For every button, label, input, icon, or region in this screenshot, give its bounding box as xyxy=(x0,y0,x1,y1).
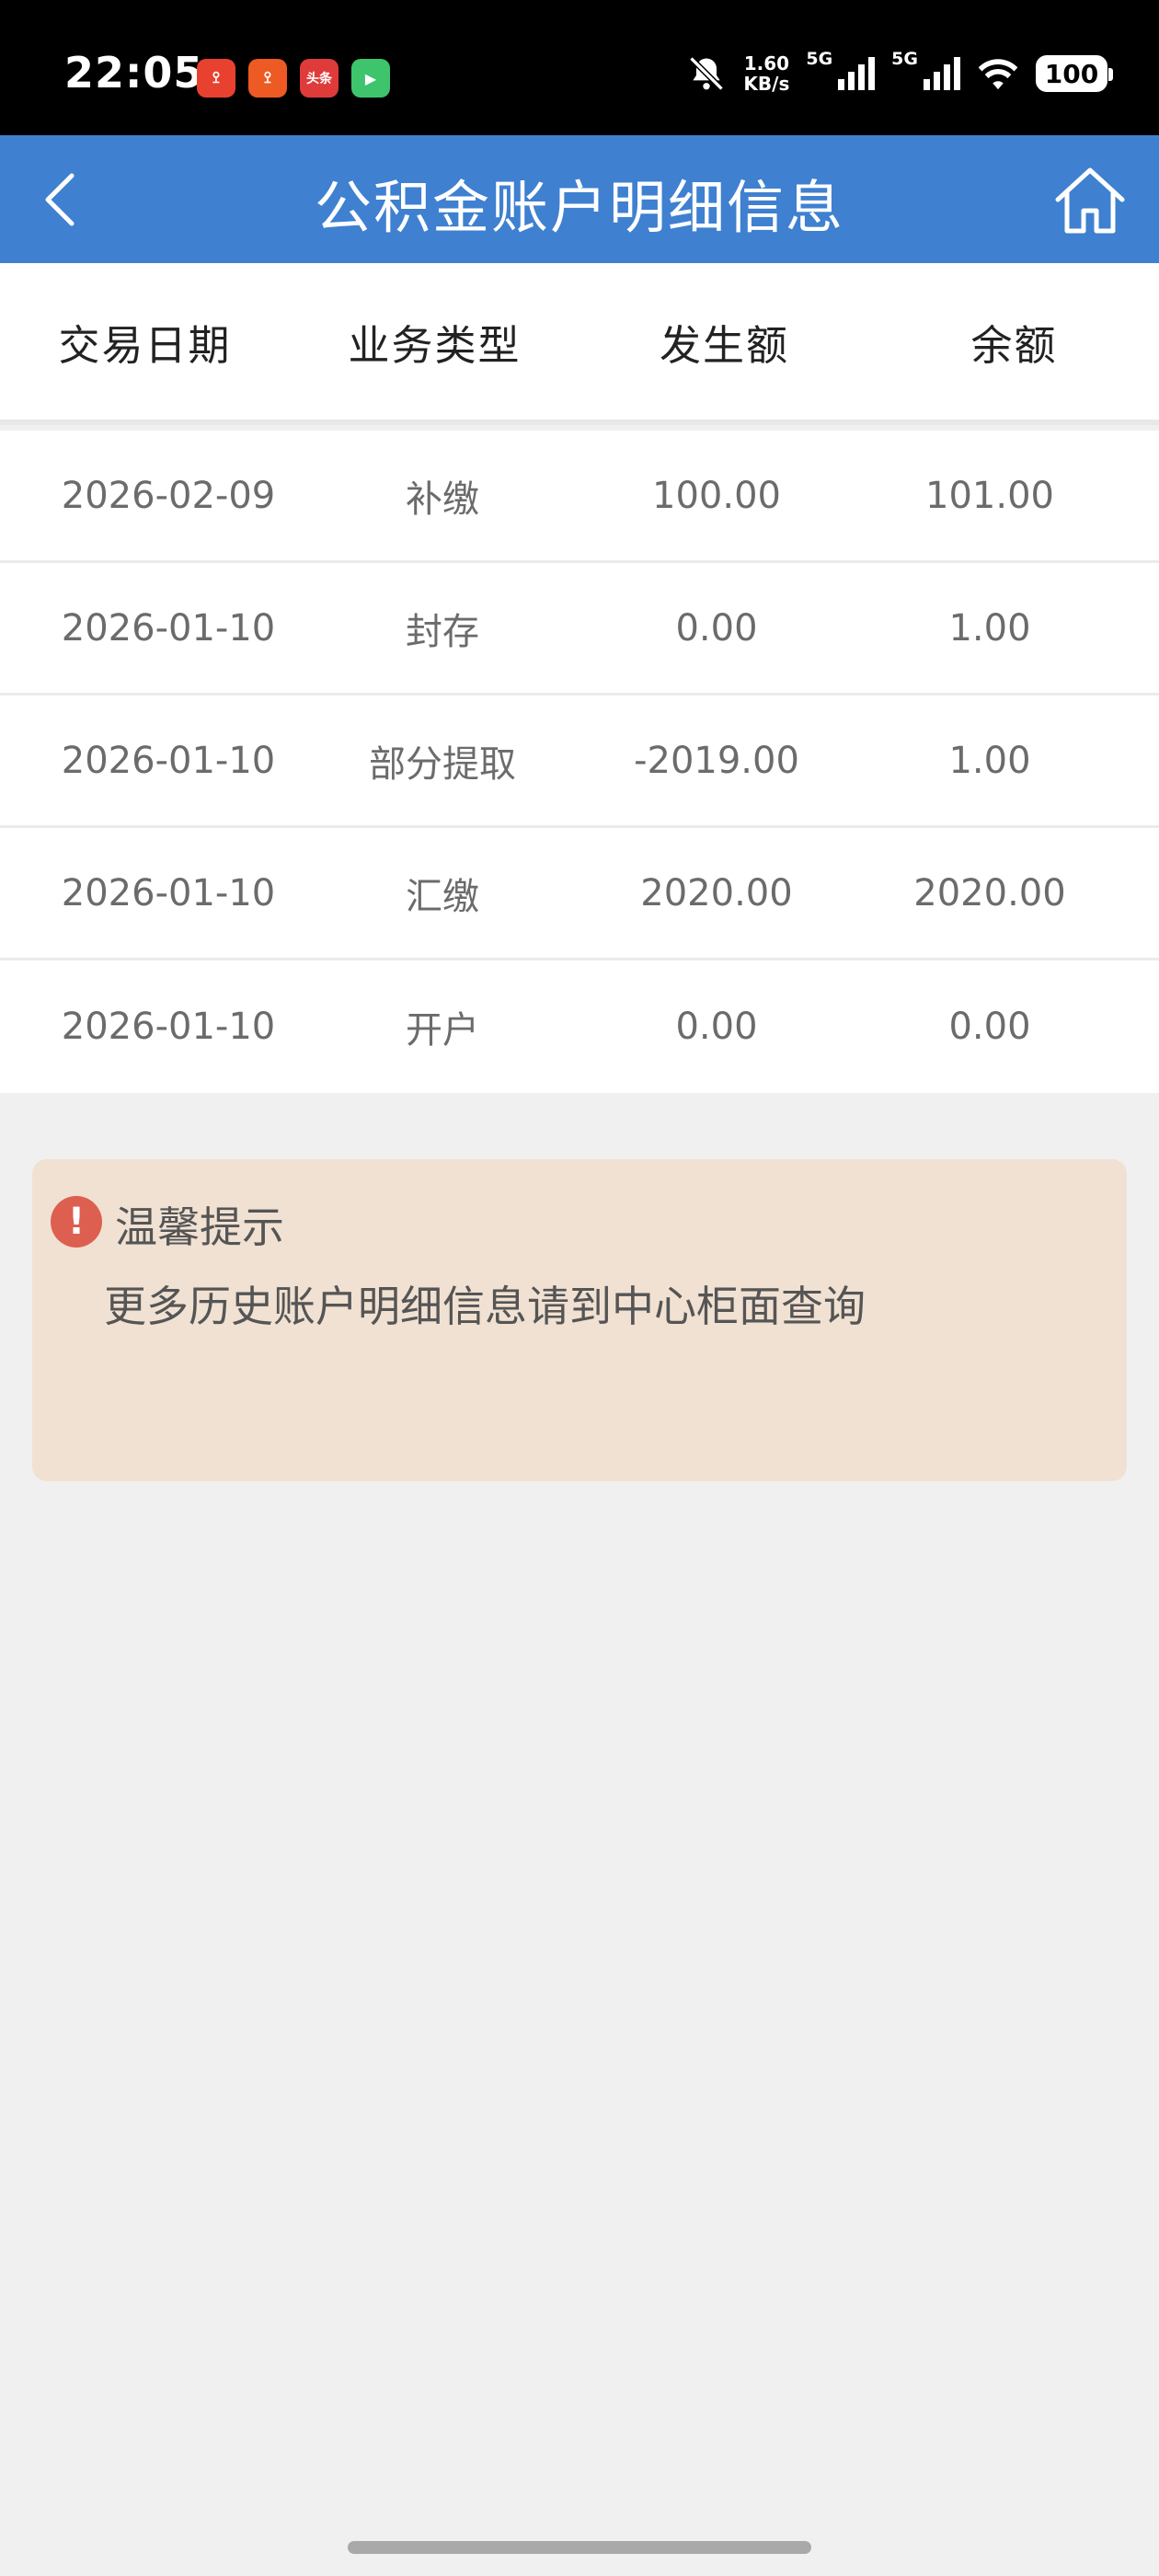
signal-icon xyxy=(924,57,960,90)
column-header-amount: 发生额 xyxy=(659,320,789,370)
cell-amount: 100.00 xyxy=(652,474,781,517)
sim1-generation: 5G xyxy=(806,49,833,69)
app-notification-icon: ꔌ xyxy=(248,59,287,98)
cell-amount: 0.00 xyxy=(675,606,758,650)
cell-date: 2026-02-09 xyxy=(61,474,276,517)
home-icon[interactable] xyxy=(1049,159,1131,242)
signal-icon xyxy=(838,57,876,90)
cell-balance: 1.00 xyxy=(948,606,1031,650)
cell-type: 补缴 xyxy=(406,477,479,521)
toutiao-notification-icon: 头条 xyxy=(300,59,339,98)
tip-title: 温馨提示 xyxy=(115,1202,284,1252)
cell-date: 2026-01-10 xyxy=(61,871,276,914)
column-header-date: 交易日期 xyxy=(58,320,232,370)
cell-amount: 0.00 xyxy=(675,1006,758,1048)
table-row[interactable]: 2026-01-10 开户 0.00 0.00 xyxy=(0,960,1159,1093)
status-indicators: 1.60 KB/s 5G 5G 100 xyxy=(686,49,1113,95)
status-time: 22:05 xyxy=(64,48,204,98)
table-row[interactable]: 2026-01-10 汇缴 2020.00 2020.00 xyxy=(0,828,1159,960)
page-title: 公积金账户明细信息 xyxy=(314,174,844,241)
table-row[interactable]: 2026-01-10 封存 0.00 1.00 xyxy=(0,563,1159,696)
table-row[interactable]: 2026-01-10 部分提取 -2019.00 1.00 xyxy=(0,696,1159,828)
cell-type: 部分提取 xyxy=(369,742,516,786)
cell-type: 汇缴 xyxy=(406,875,479,918)
battery-icon: 100 xyxy=(1036,55,1113,92)
cell-balance: 2020.00 xyxy=(913,871,1066,914)
warning-icon: ! xyxy=(51,1196,102,1248)
nav-bar: 公积金账户明细信息 xyxy=(0,135,1159,263)
cell-balance: 0.00 xyxy=(948,1006,1031,1048)
tip-text: 更多历史账户明细信息请到中心柜面查询 xyxy=(104,1282,866,1331)
column-header-type: 业务类型 xyxy=(348,320,522,370)
cell-type: 封存 xyxy=(406,610,479,653)
table-header: 交易日期 业务类型 发生额 余额 xyxy=(0,263,1159,425)
cell-type: 开户 xyxy=(406,1009,479,1052)
cell-balance: 101.00 xyxy=(925,474,1054,517)
mute-icon xyxy=(689,56,725,91)
cell-amount: -2019.00 xyxy=(634,739,799,782)
cell-date: 2026-01-10 xyxy=(61,606,276,650)
notification-icons: ꔌ ꔌ 头条 ▶ xyxy=(197,59,390,98)
cell-amount: 2020.00 xyxy=(640,871,793,914)
cell-balance: 1.00 xyxy=(948,739,1031,782)
video-notification-icon: ▶ xyxy=(351,59,390,98)
cell-date: 2026-01-10 xyxy=(61,739,276,782)
table-row[interactable]: 2026-02-09 补缴 100.00 101.00 xyxy=(0,431,1159,563)
status-bar: 22:05 ꔌ ꔌ 头条 ▶ 1.60 KB/s 5G 5G 100 xyxy=(0,0,1159,135)
sim2-generation: 5G xyxy=(891,49,918,69)
app-notification-icon: ꔌ xyxy=(197,59,235,98)
transaction-list: 2026-02-09 补缴 100.00 101.00 2026-01-10 封… xyxy=(0,431,1159,1093)
cell-date: 2026-01-10 xyxy=(61,1006,276,1048)
wifi-icon xyxy=(978,59,1018,90)
home-indicator[interactable] xyxy=(348,2541,811,2554)
tip-box: ! 温馨提示 更多历史账户明细信息请到中心柜面查询 xyxy=(32,1159,1127,1481)
network-speed: 1.60 KB/s xyxy=(743,52,790,95)
column-header-balance: 余额 xyxy=(970,320,1058,370)
